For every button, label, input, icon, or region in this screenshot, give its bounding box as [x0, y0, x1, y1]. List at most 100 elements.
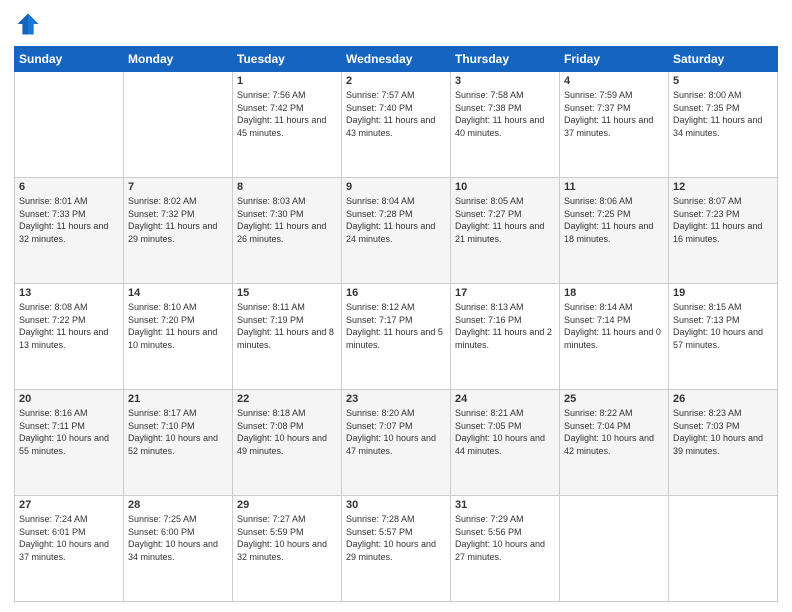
calendar-cell: 9 Sunrise: 8:04 AMSunset: 7:28 PMDaylight…	[342, 178, 451, 284]
logo-icon	[14, 10, 42, 38]
calendar-cell	[560, 496, 669, 602]
calendar-cell: 14Sunrise: 8:10 AMSunset: 7:20 PMDayligh…	[124, 284, 233, 390]
calendar-cell: 21 Sunrise: 8:17 AMSunset: 7:10 PMDayligh…	[124, 390, 233, 496]
calendar-cell: 20 Sunrise: 8:16 AMSunset: 7:11 PMDayligh…	[15, 390, 124, 496]
calendar-cell: 23 Sunrise: 8:20 AMSunset: 7:07 PMDayligh…	[342, 390, 451, 496]
calendar-cell	[669, 496, 778, 602]
calendar-cell: 4 Sunrise: 7:59 AMSunset: 7:37 PMDaylight…	[560, 72, 669, 178]
day-number: 31	[455, 499, 555, 511]
calendar-cell: 22Sunrise: 8:18 AMSunset: 7:08 PMDayligh…	[233, 390, 342, 496]
logo	[14, 10, 46, 38]
day-info: Sunrise: 8:07 AMSunset: 7:23 PMDaylight:…	[673, 195, 773, 245]
day-number: 21	[128, 393, 228, 405]
day-number: 2	[346, 75, 446, 87]
calendar-cell: 7Sunrise: 8:02 AMSunset: 7:32 PMDaylight…	[124, 178, 233, 284]
day-number: 3	[455, 75, 555, 87]
day-number: 17	[455, 287, 555, 299]
day-info: Sunrise: 8:11 AMSunset: 7:19 PMDaylight:…	[237, 301, 337, 351]
day-info: Sunrise: 8:04 AMSunset: 7:28 PMDaylight:…	[346, 195, 446, 245]
day-info: Sunrise: 8:16 AMSunset: 7:11 PMDaylight:…	[19, 407, 119, 457]
calendar-cell: 19Sunrise: 8:15 AMSunset: 7:13 PMDayligh…	[669, 284, 778, 390]
calendar-cell: 28Sunrise: 7:25 AMSunset: 6:00 PMDayligh…	[124, 496, 233, 602]
calendar-cell: 6 Sunrise: 8:01 AMSunset: 7:33 PMDaylight…	[15, 178, 124, 284]
day-number: 23	[346, 393, 446, 405]
calendar-cell: 18Sunrise: 8:14 AMSunset: 7:14 PMDayligh…	[560, 284, 669, 390]
day-number: 16	[346, 287, 446, 299]
day-number: 27	[19, 499, 119, 511]
day-number: 30	[346, 499, 446, 511]
day-number: 12	[673, 181, 773, 193]
day-info: Sunrise: 8:17 AMSunset: 7:10 PMDaylight:…	[128, 407, 228, 457]
day-number: 25	[564, 393, 664, 405]
calendar-cell: 8 Sunrise: 8:03 AMSunset: 7:30 PMDaylight…	[233, 178, 342, 284]
day-number: 14	[128, 287, 228, 299]
day-header-monday: Monday	[124, 47, 233, 72]
day-header-saturday: Saturday	[669, 47, 778, 72]
day-number: 19	[673, 287, 773, 299]
calendar-cell: 13 Sunrise: 8:08 AMSunset: 7:22 PMDayligh…	[15, 284, 124, 390]
day-info: Sunrise: 8:00 AMSunset: 7:35 PMDaylight:…	[673, 89, 773, 139]
calendar-header-row: SundayMondayTuesdayWednesdayThursdayFrid…	[15, 47, 778, 72]
week-row-1: 1Sunrise: 7:56 AMSunset: 7:42 PMDaylight…	[15, 72, 778, 178]
calendar-cell: 30 Sunrise: 7:28 AMSunset: 5:57 PMDayligh…	[342, 496, 451, 602]
calendar-cell	[15, 72, 124, 178]
day-number: 4	[564, 75, 664, 87]
calendar-cell: 10Sunrise: 8:05 AMSunset: 7:27 PMDayligh…	[451, 178, 560, 284]
day-number: 8	[237, 181, 337, 193]
day-number: 15	[237, 287, 337, 299]
calendar-cell: 5Sunrise: 8:00 AMSunset: 7:35 PMDaylight…	[669, 72, 778, 178]
day-number: 18	[564, 287, 664, 299]
day-info: Sunrise: 7:29 AMSunset: 5:56 PMDaylight:…	[455, 513, 555, 563]
calendar-cell: 3 Sunrise: 7:58 AMSunset: 7:38 PMDaylight…	[451, 72, 560, 178]
day-number: 28	[128, 499, 228, 511]
calendar-cell: 24 Sunrise: 8:21 AMSunset: 7:05 PMDayligh…	[451, 390, 560, 496]
calendar-table: SundayMondayTuesdayWednesdayThursdayFrid…	[14, 46, 778, 602]
calendar-cell: 12 Sunrise: 8:07 AMSunset: 7:23 PMDayligh…	[669, 178, 778, 284]
day-info: Sunrise: 8:01 AMSunset: 7:33 PMDaylight:…	[19, 195, 119, 245]
day-info: Sunrise: 7:56 AMSunset: 7:42 PMDaylight:…	[237, 89, 337, 139]
day-header-thursday: Thursday	[451, 47, 560, 72]
day-info: Sunrise: 8:06 AMSunset: 7:25 PMDaylight:…	[564, 195, 664, 245]
calendar-page: SundayMondayTuesdayWednesdayThursdayFrid…	[0, 0, 792, 612]
calendar-body: 1Sunrise: 7:56 AMSunset: 7:42 PMDaylight…	[15, 72, 778, 602]
calendar-cell: 16 Sunrise: 8:12 AMSunset: 7:17 PMDayligh…	[342, 284, 451, 390]
week-row-3: 13 Sunrise: 8:08 AMSunset: 7:22 PMDayligh…	[15, 284, 778, 390]
day-info: Sunrise: 8:03 AMSunset: 7:30 PMDaylight:…	[237, 195, 337, 245]
calendar-cell: 11 Sunrise: 8:06 AMSunset: 7:25 PMDayligh…	[560, 178, 669, 284]
week-row-4: 20 Sunrise: 8:16 AMSunset: 7:11 PMDayligh…	[15, 390, 778, 496]
day-number: 13	[19, 287, 119, 299]
calendar-cell: 25 Sunrise: 8:22 AMSunset: 7:04 PMDayligh…	[560, 390, 669, 496]
day-header-sunday: Sunday	[15, 47, 124, 72]
calendar-cell	[124, 72, 233, 178]
day-number: 20	[19, 393, 119, 405]
day-number: 24	[455, 393, 555, 405]
day-number: 11	[564, 181, 664, 193]
day-number: 29	[237, 499, 337, 511]
day-info: Sunrise: 7:28 AMSunset: 5:57 PMDaylight:…	[346, 513, 446, 563]
day-info: Sunrise: 8:12 AMSunset: 7:17 PMDaylight:…	[346, 301, 446, 351]
day-info: Sunrise: 7:27 AMSunset: 5:59 PMDaylight:…	[237, 513, 337, 563]
day-info: Sunrise: 8:21 AMSunset: 7:05 PMDaylight:…	[455, 407, 555, 457]
day-header-wednesday: Wednesday	[342, 47, 451, 72]
week-row-2: 6 Sunrise: 8:01 AMSunset: 7:33 PMDaylight…	[15, 178, 778, 284]
day-number: 6	[19, 181, 119, 193]
calendar-cell: 15 Sunrise: 8:11 AMSunset: 7:19 PMDayligh…	[233, 284, 342, 390]
day-header-tuesday: Tuesday	[233, 47, 342, 72]
day-info: Sunrise: 7:58 AMSunset: 7:38 PMDaylight:…	[455, 89, 555, 139]
day-number: 9	[346, 181, 446, 193]
day-number: 26	[673, 393, 773, 405]
day-info: Sunrise: 8:08 AMSunset: 7:22 PMDaylight:…	[19, 301, 119, 351]
calendar-cell: 1Sunrise: 7:56 AMSunset: 7:42 PMDaylight…	[233, 72, 342, 178]
day-info: Sunrise: 8:20 AMSunset: 7:07 PMDaylight:…	[346, 407, 446, 457]
week-row-5: 27Sunrise: 7:24 AMSunset: 6:01 PMDayligh…	[15, 496, 778, 602]
day-header-friday: Friday	[560, 47, 669, 72]
day-number: 7	[128, 181, 228, 193]
calendar-cell: 17Sunrise: 8:13 AMSunset: 7:16 PMDayligh…	[451, 284, 560, 390]
calendar-cell: 2 Sunrise: 7:57 AMSunset: 7:40 PMDaylight…	[342, 72, 451, 178]
day-info: Sunrise: 8:05 AMSunset: 7:27 PMDaylight:…	[455, 195, 555, 245]
day-info: Sunrise: 7:59 AMSunset: 7:37 PMDaylight:…	[564, 89, 664, 139]
calendar-cell: 26Sunrise: 8:23 AMSunset: 7:03 PMDayligh…	[669, 390, 778, 496]
day-info: Sunrise: 8:22 AMSunset: 7:04 PMDaylight:…	[564, 407, 664, 457]
day-info: Sunrise: 7:57 AMSunset: 7:40 PMDaylight:…	[346, 89, 446, 139]
calendar-cell: 31 Sunrise: 7:29 AMSunset: 5:56 PMDayligh…	[451, 496, 560, 602]
